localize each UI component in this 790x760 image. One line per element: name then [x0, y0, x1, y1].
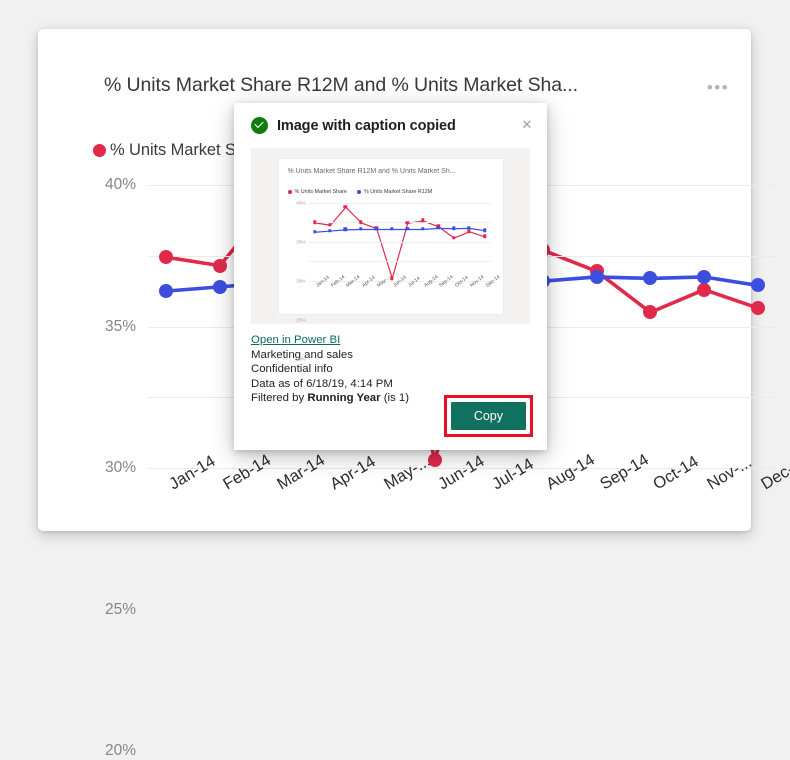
- y-axis-tick-label: 20%: [296, 356, 306, 361]
- x-axis-tick-label: Jul-14: [488, 454, 537, 494]
- thumbnail-chart-legend: % Units Market Share % Units Market Shar…: [287, 188, 433, 195]
- dialog-header: Image with caption copied ✕: [234, 103, 547, 148]
- thumb-legend-swatch-units-market-share-r12m: [356, 189, 361, 194]
- x-axis-tick-label: Jun-14: [435, 452, 488, 494]
- y-axis-tick-label: 35%: [104, 317, 136, 335]
- close-icon[interactable]: ✕: [516, 114, 538, 136]
- legend-swatch-units-market-share: [93, 144, 106, 157]
- thumbnail-chart-title: % Units Market Share R12M and % Units Ma…: [287, 167, 456, 175]
- gridline: 40%: [296, 200, 491, 205]
- series-line: [314, 227, 485, 233]
- y-axis-tick-label: 30%: [296, 278, 306, 283]
- caption-data-as-of: Data as of 6/18/19, 4:14 PM: [251, 377, 393, 390]
- x-axis-tick-label: May-...: [381, 452, 434, 494]
- y-axis-tick-label: 40%: [104, 176, 136, 193]
- thumbnail-line-chart-plot: 40% 35% 30% 25% 20% Jan-14 Feb-14 Mar-14 Apr-14 M…: [296, 200, 501, 361]
- thumb-legend-swatch-units-market-share: [287, 189, 292, 194]
- data-point-marker: [751, 301, 765, 316]
- data-point-marker: [697, 269, 712, 284]
- x-axis-tick-label: Aug-14: [542, 450, 598, 494]
- data-point-marker: [212, 258, 227, 273]
- more-horizontal-icon[interactable]: •••: [705, 79, 731, 99]
- x-axis-tick-label: Jan-14: [166, 452, 219, 494]
- y-axis-tick-label: 25%: [296, 317, 306, 322]
- caption-filter-field: Running Year: [307, 392, 381, 405]
- x-axis-tick-label: Dec-14: [758, 450, 790, 494]
- caption-sensitivity: Confidential info: [251, 363, 333, 376]
- thumbnail-chart-card: % Units Market Share R12M and % Units Ma…: [278, 158, 503, 361]
- gridline: 35%: [296, 222, 491, 244]
- data-point-marker: [697, 282, 712, 297]
- x-axis-tick-label: Sep-14: [596, 450, 652, 494]
- data-point-marker: [159, 250, 173, 265]
- x-axis-tick-label: Apr-14: [327, 452, 380, 494]
- data-point-marker: [643, 305, 658, 320]
- data-point-marker: [428, 452, 443, 467]
- copy-button[interactable]: Copy: [450, 402, 526, 430]
- image-copied-dialog: Image with caption copied ✕ % Units Mark…: [234, 103, 547, 450]
- data-point-marker: [212, 279, 227, 294]
- gridline: 30%: [296, 241, 491, 283]
- y-axis-tick-label: 25%: [104, 600, 136, 618]
- y-axis-tick-label: 20%: [104, 742, 136, 759]
- thumb-legend-label-units-market-share-r12m: % Units Market Share R12M: [363, 188, 433, 195]
- y-axis-tick-label: 35%: [296, 239, 306, 244]
- thumbnail-preview-area: % Units Market Share R12M and % Units Ma…: [251, 148, 530, 361]
- data-point-marker: [643, 271, 658, 286]
- dialog-title: Image with caption copied: [277, 117, 456, 134]
- x-axis-tick-label: Feb-14: [219, 451, 274, 494]
- caption-filter-value: (is 1): [380, 392, 410, 405]
- y-axis-tick-label: 30%: [104, 459, 136, 476]
- y-axis-tick-label: 40%: [296, 200, 306, 205]
- screenshot-root: % Units Market Share R12M and % Units Ma…: [0, 0, 790, 759]
- copy-button-highlight-annotation: Copy: [443, 395, 533, 437]
- thumb-legend-label-units-market-share: % Units Market Share: [294, 188, 347, 195]
- dialog-footer: Copy: [443, 395, 547, 450]
- green-check-circle-icon: [251, 117, 268, 134]
- caption-filter-prefix: Filtered by: [251, 392, 308, 405]
- page-title: % Units Market Share R12M and % Units Ma…: [104, 74, 578, 96]
- x-axis-tick-label: Mar-14: [273, 451, 328, 494]
- x-axis-tick-label: Oct-14: [650, 452, 703, 494]
- data-point-marker: [751, 278, 765, 293]
- x-axis-tick-label: Nov-...: [704, 452, 756, 494]
- data-point-marker: [159, 284, 173, 299]
- gridline: 25%: [296, 261, 491, 322]
